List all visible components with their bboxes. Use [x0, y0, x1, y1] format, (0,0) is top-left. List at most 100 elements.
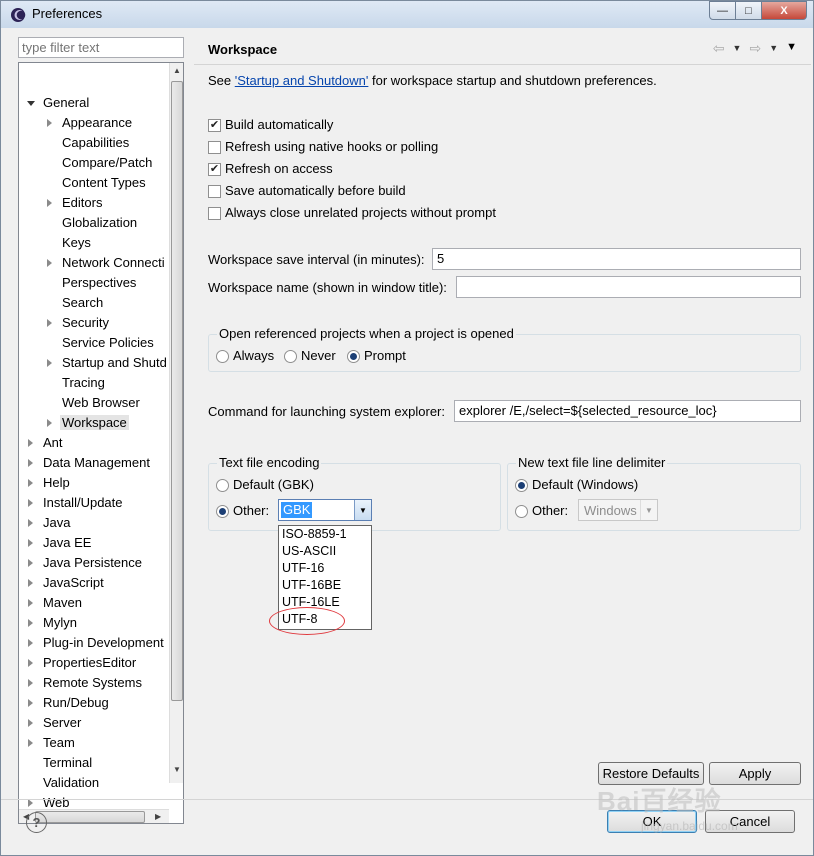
tree-item[interactable]: Validation	[27, 773, 99, 793]
checkbox-checked-icon[interactable]: ✔	[208, 118, 221, 132]
tree-item[interactable]: Server	[27, 713, 81, 733]
radio-indicator[interactable]	[347, 349, 360, 363]
tree-item[interactable]: Compare/Patch	[46, 153, 152, 173]
forward-arrow-icon[interactable]: ⇨	[749, 40, 761, 57]
encoding-option[interactable]: UTF-16BE	[279, 577, 371, 594]
forward-dropdown-icon[interactable]: ▼	[769, 43, 778, 57]
tree-vertical-scrollbar[interactable]: ▲ ▼	[169, 63, 183, 783]
collapsed-arrow-icon[interactable]	[28, 719, 33, 727]
save-interval-input[interactable]: 5	[432, 248, 801, 270]
encoding-other-radio[interactable]: Other:	[216, 502, 269, 520]
radio-indicator[interactable]	[515, 504, 528, 518]
radio-indicator[interactable]	[515, 478, 528, 492]
filter-input[interactable]	[18, 37, 184, 58]
tree-item[interactable]: Keys	[46, 233, 91, 253]
workspace-name-input[interactable]	[456, 276, 801, 298]
tree-item[interactable]: Help	[27, 473, 70, 493]
tree-item[interactable]: Web	[27, 793, 70, 813]
tree-item[interactable]: Install/Update	[27, 493, 123, 513]
radio-indicator[interactable]	[216, 504, 229, 518]
checkbox-unchecked-icon[interactable]	[208, 184, 221, 198]
minimize-button[interactable]: —	[709, 1, 736, 20]
collapsed-arrow-icon[interactable]	[47, 199, 52, 207]
collapsed-arrow-icon[interactable]	[47, 359, 52, 367]
tree-item[interactable]: Java	[27, 513, 70, 533]
collapsed-arrow-icon[interactable]	[28, 479, 33, 487]
scroll-up-icon[interactable]: ▲	[173, 66, 181, 75]
tree-item[interactable]: Capabilities	[46, 133, 129, 153]
checkbox-row[interactable]: ✔ Refresh on access	[208, 160, 333, 178]
tree-item[interactable]: General	[27, 93, 89, 113]
open-ref-option-always[interactable]: Always	[216, 347, 274, 365]
tree-item[interactable]: Appearance	[46, 113, 132, 133]
tree-item[interactable]: Maven	[27, 593, 82, 613]
tree-item[interactable]: PropertiesEditor	[27, 653, 136, 673]
tree-item[interactable]: Plug-in Development	[27, 633, 164, 653]
tree-item[interactable]: Mylyn	[27, 613, 77, 633]
tree-item[interactable]: Tracing	[46, 373, 105, 393]
collapsed-arrow-icon[interactable]	[28, 459, 33, 467]
expanded-arrow-icon[interactable]	[27, 101, 35, 106]
checkbox-row[interactable]: Always close unrelated projects without …	[208, 204, 496, 222]
collapsed-arrow-icon[interactable]	[28, 679, 33, 687]
tree-item[interactable]: Ant	[27, 433, 63, 453]
checkbox-row[interactable]: Save automatically before build	[208, 182, 406, 200]
tree-item[interactable]: Perspectives	[46, 273, 136, 293]
back-arrow-icon[interactable]: ⇦	[713, 40, 725, 57]
collapsed-arrow-icon[interactable]	[28, 559, 33, 567]
tree-item[interactable]: Java EE	[27, 533, 91, 553]
tree-item[interactable]: Web Browser	[46, 393, 140, 413]
tree-item[interactable]: Team	[27, 733, 75, 753]
radio-indicator[interactable]	[216, 349, 229, 363]
tree-item[interactable]: Remote Systems	[27, 673, 142, 693]
explorer-input[interactable]: explorer /E,/select=${selected_resource_…	[454, 400, 801, 422]
tree-item[interactable]: Java Persistence	[27, 553, 142, 573]
collapsed-arrow-icon[interactable]	[28, 579, 33, 587]
delimiter-default-radio[interactable]: Default (Windows)	[515, 476, 638, 494]
collapsed-arrow-icon[interactable]	[28, 639, 33, 647]
scroll-down-icon[interactable]: ▼	[173, 765, 181, 774]
tree-item[interactable]: Startup and Shutd	[46, 353, 167, 373]
collapsed-arrow-icon[interactable]	[47, 319, 52, 327]
collapsed-arrow-icon[interactable]	[28, 739, 33, 747]
encoding-combo[interactable]: GBK ▼	[278, 499, 372, 521]
title-bar[interactable]: Preferences — □ X	[1, 1, 813, 28]
open-ref-option-never[interactable]: Never	[284, 347, 336, 365]
view-menu-icon[interactable]: ▼	[786, 41, 797, 57]
collapsed-arrow-icon[interactable]	[28, 499, 33, 507]
close-button[interactable]: X	[761, 1, 807, 20]
radio-indicator[interactable]	[284, 349, 297, 363]
collapsed-arrow-icon[interactable]	[28, 699, 33, 707]
collapsed-arrow-icon[interactable]	[47, 259, 52, 267]
tree-item[interactable]: Service Policies	[46, 333, 154, 353]
tree-item[interactable]: Workspace	[46, 413, 129, 433]
tree-item[interactable]: Search	[46, 293, 103, 313]
open-ref-option-prompt[interactable]: Prompt	[347, 347, 406, 365]
collapsed-arrow-icon[interactable]	[28, 519, 33, 527]
tree-item[interactable]: Terminal	[27, 753, 92, 773]
collapsed-arrow-icon[interactable]	[47, 419, 52, 427]
chevron-down-icon[interactable]: ▼	[640, 500, 657, 520]
chevron-down-icon[interactable]: ▼	[354, 500, 371, 520]
tree-vscroll-thumb[interactable]	[171, 81, 183, 701]
checkbox-unchecked-icon[interactable]	[208, 206, 221, 220]
encoding-default-radio[interactable]: Default (GBK)	[216, 476, 314, 494]
collapsed-arrow-icon[interactable]	[28, 599, 33, 607]
tree-item[interactable]: Globalization	[46, 213, 137, 233]
startup-shutdown-link[interactable]: 'Startup and Shutdown'	[235, 73, 369, 88]
apply-button[interactable]: Apply	[709, 762, 801, 785]
tree-item[interactable]: Editors	[46, 193, 102, 213]
collapsed-arrow-icon[interactable]	[28, 799, 33, 807]
encoding-option[interactable]: US-ASCII	[279, 543, 371, 560]
encoding-option[interactable]: ISO-8859-1	[279, 526, 371, 543]
tree-item[interactable]: Network Connecti	[46, 253, 165, 273]
collapsed-arrow-icon[interactable]	[28, 619, 33, 627]
tree-item[interactable]: Run/Debug	[27, 693, 109, 713]
collapsed-arrow-icon[interactable]	[28, 439, 33, 447]
tree-item[interactable]: Data Management	[27, 453, 150, 473]
checkbox-checked-icon[interactable]: ✔	[208, 162, 221, 176]
checkbox-unchecked-icon[interactable]	[208, 140, 221, 154]
delimiter-combo[interactable]: Windows ▼	[578, 499, 658, 521]
radio-indicator[interactable]	[216, 478, 229, 492]
collapsed-arrow-icon[interactable]	[28, 539, 33, 547]
